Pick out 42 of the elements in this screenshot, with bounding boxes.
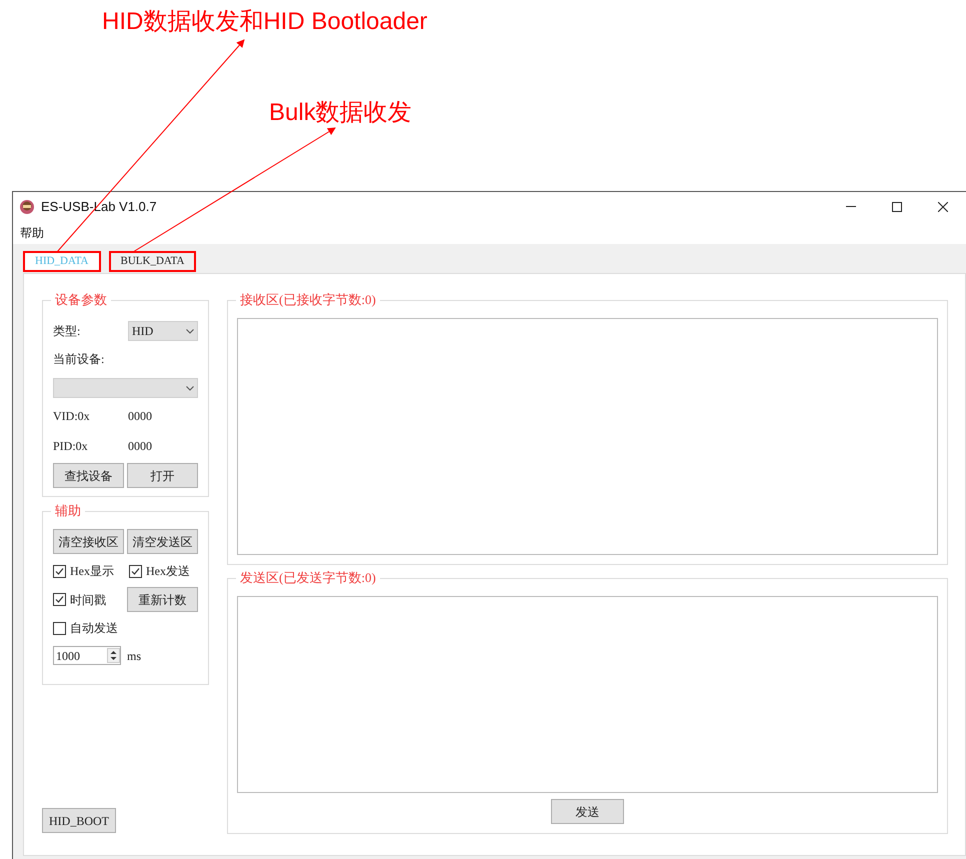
check-icon [55, 595, 64, 604]
chevron-down-icon [186, 386, 194, 390]
annotation-text: Bulk数据收发 [269, 99, 412, 127]
checkbox[interactable] [53, 593, 66, 606]
pid-label: PID:0x [53, 438, 89, 455]
group-title: 发送区(已发送字节数:0) [236, 570, 380, 586]
interval-spinbox[interactable]: 1000 [53, 646, 121, 665]
open-button[interactable]: 打开 [127, 463, 198, 488]
find-device-button[interactable]: 查找设备 [53, 463, 124, 488]
type-label: 类型: [53, 323, 82, 340]
device-label: 当前设备: [53, 351, 106, 368]
menu-item[interactable]: 帮助 [20, 224, 44, 242]
type-dropdown[interactable]: HID [128, 321, 198, 341]
vid-value: 0000 [128, 408, 152, 425]
group-title: 接收区(已接收字节数:0) [236, 292, 380, 308]
group-title: 辅助 [51, 503, 85, 519]
clear-receive-button[interactable]: 清空接收区 [53, 529, 124, 554]
checkbox[interactable] [129, 564, 142, 578]
clear-send-button[interactable]: 清空发送区 [127, 529, 198, 554]
checkbox-label: 时间戳 [70, 592, 106, 608]
group-title: 设备参数 [51, 292, 111, 308]
tab[interactable]: BULK_DATA [108, 251, 196, 272]
checkbox-label: 自动发送 [70, 620, 118, 637]
check-icon [55, 566, 64, 576]
checkbox[interactable] [53, 564, 66, 578]
maximize-icon [892, 202, 902, 212]
pid-value: 0000 [128, 438, 152, 455]
reset-count-button[interactable]: 重新计数 [126, 587, 198, 612]
checkbox[interactable] [53, 622, 66, 634]
app-icon [19, 198, 35, 214]
chevron-down-icon [186, 328, 194, 334]
checkbox-label: Hex显示 [70, 563, 114, 580]
close-icon [938, 202, 948, 212]
interval-unit: ms [127, 648, 142, 664]
annotation-text: HID数据收发和HID Bootloader [102, 8, 428, 36]
minimize-icon [846, 206, 856, 207]
spin-arrows-icon [107, 648, 120, 663]
checkbox-label: Hex发送 [146, 563, 190, 580]
vid-label: VID:0x [53, 408, 91, 425]
hid-boot-button[interactable]: HID_BOOT [42, 808, 116, 833]
send-button[interactable]: 发送 [551, 799, 624, 824]
check-icon [131, 566, 140, 576]
